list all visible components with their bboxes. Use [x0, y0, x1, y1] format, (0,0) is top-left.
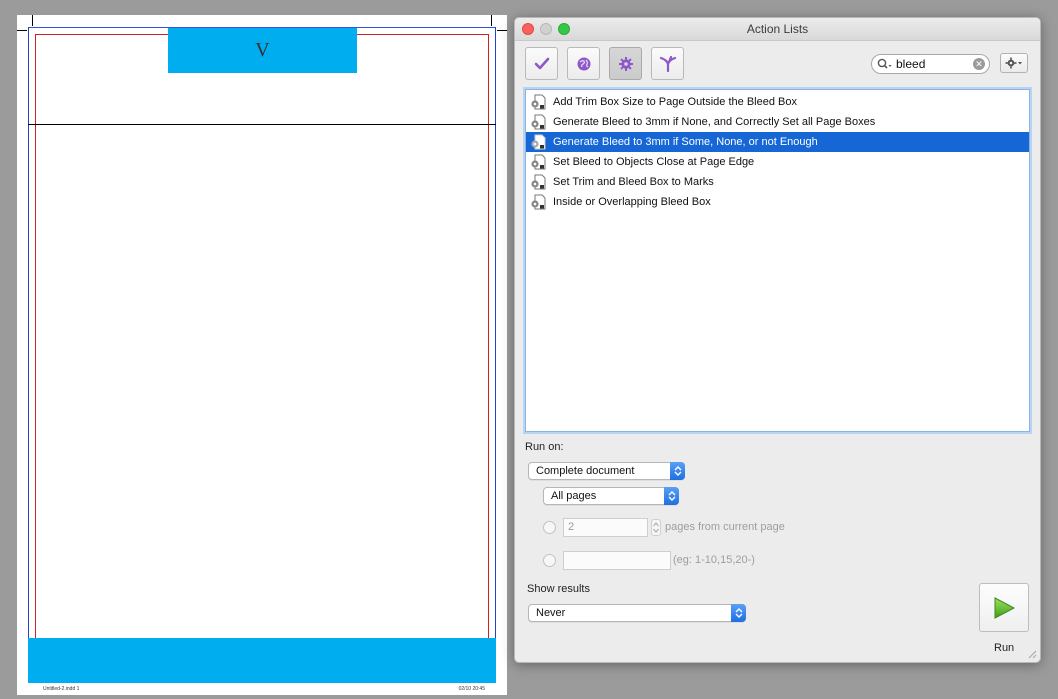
action-lists-window: Action Lists bleed ✕ Add Trim Box Size t…: [514, 17, 1041, 663]
action-list-document-icon: [531, 174, 546, 190]
updown-arrows-icon: [664, 487, 679, 505]
stepper-arrows-icon: [653, 522, 659, 533]
page-count-stepper[interactable]: [651, 519, 661, 536]
title-bar[interactable]: Action Lists: [515, 18, 1040, 41]
checkmark-icon: [534, 57, 549, 69]
gear-dropdown-icon: [1005, 57, 1022, 69]
page-count-field[interactable]: 2: [563, 518, 648, 537]
list-item-label: Inside or Overlapping Bleed Box: [553, 196, 711, 208]
search-input[interactable]: [896, 56, 968, 72]
crop-mark: [32, 15, 33, 26]
run-button[interactable]: [979, 583, 1029, 632]
list-item-selected[interactable]: Generate Bleed to 3mm if Some, None, or …: [526, 132, 1029, 152]
slug-date: 02/10 20:45: [458, 686, 485, 692]
list-item[interactable]: Generate Bleed to 3mm if None, and Corre…: [526, 112, 1029, 132]
action-list-document-icon: [531, 134, 546, 150]
pages-select-value: All pages: [551, 490, 597, 502]
bleed-line-left: [28, 27, 29, 683]
window-title: Action Lists: [746, 22, 809, 36]
action-list-document-icon: [531, 94, 546, 110]
pages-select[interactable]: All pages: [543, 487, 679, 505]
action-list-document-icon: [531, 114, 546, 130]
crop-mark: [497, 30, 507, 31]
footer-band: [28, 638, 496, 683]
pages-from-current-label: pages from current page: [665, 521, 785, 533]
header-letter: V: [255, 39, 270, 61]
list-item-label: Generate Bleed to 3mm if None, and Corre…: [553, 116, 876, 128]
play-icon: [994, 596, 1016, 619]
action-list-document-icon: [531, 154, 546, 170]
list-item[interactable]: Add Trim Box Size to Page Outside the Bl…: [526, 92, 1029, 112]
web-filter-button[interactable]: [567, 47, 600, 80]
page-range-radio[interactable]: [543, 554, 556, 567]
run-on-label: Run on:: [525, 441, 564, 453]
globe-icon: [577, 57, 590, 70]
header-band: V: [168, 28, 357, 73]
horizontal-rule: [28, 124, 496, 125]
clear-search-icon[interactable]: ✕: [973, 58, 985, 70]
document-page: V Untitled-2.indd 1 02/10 20:45: [17, 15, 507, 695]
fixup-filter-button[interactable]: [609, 47, 642, 80]
search-field[interactable]: ✕: [871, 54, 990, 74]
action-list[interactable]: Add Trim Box Size to Page Outside the Bl…: [525, 89, 1030, 432]
scope-select[interactable]: Complete document: [528, 462, 685, 480]
updown-arrows-icon: [670, 462, 685, 480]
options-menu-button[interactable]: [1000, 53, 1028, 73]
show-results-value: Never: [536, 607, 566, 619]
list-item[interactable]: Set Trim and Bleed Box to Marks: [526, 172, 1029, 192]
show-results-select[interactable]: Never: [528, 604, 746, 622]
resize-grip-icon[interactable]: [1027, 649, 1037, 659]
action-list-document-icon: [531, 194, 546, 210]
list-item[interactable]: Set Bleed to Objects Close at Page Edge: [526, 152, 1029, 172]
branch-icon: [659, 55, 676, 72]
show-results-label: Show results: [527, 583, 590, 595]
list-item-label: Add Trim Box Size to Page Outside the Bl…: [553, 96, 797, 108]
run-label: Run: [994, 642, 1015, 654]
bleed-line-right: [495, 27, 496, 683]
crop-mark: [491, 15, 492, 26]
merge-filter-button[interactable]: [651, 47, 684, 80]
search-icon[interactable]: [877, 58, 893, 70]
slug-filename: Untitled-2.indd 1: [43, 686, 80, 692]
pages-from-current-radio[interactable]: [543, 521, 556, 534]
check-filter-button[interactable]: [525, 47, 558, 80]
list-item-label: Set Trim and Bleed Box to Marks: [553, 176, 714, 188]
list-item[interactable]: Inside or Overlapping Bleed Box: [526, 192, 1029, 212]
page-range-field[interactable]: [563, 551, 671, 570]
scope-select-value: Complete document: [536, 465, 635, 477]
gear-icon: [618, 56, 633, 71]
list-item-label: Generate Bleed to 3mm if Some, None, or …: [553, 136, 818, 148]
list-item-label: Set Bleed to Objects Close at Page Edge: [553, 156, 755, 168]
updown-arrows-icon: [731, 604, 746, 622]
page-range-hint: (eg: 1-10,15,20-): [673, 554, 755, 566]
crop-mark: [17, 30, 27, 31]
margin-guide: [35, 34, 489, 683]
